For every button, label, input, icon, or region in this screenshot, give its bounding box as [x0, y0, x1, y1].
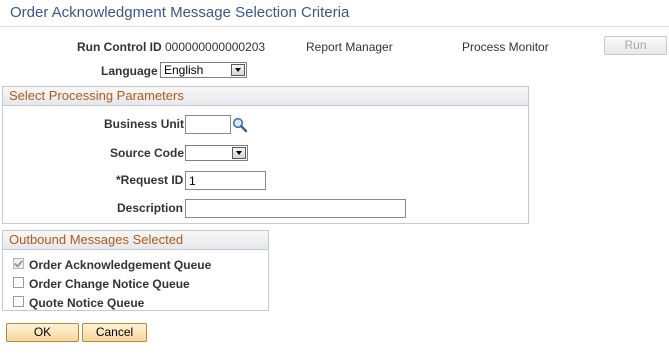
- title-divider: [0, 26, 669, 27]
- business-unit-input[interactable]: [185, 115, 231, 134]
- search-icon[interactable]: [232, 117, 248, 133]
- order-ack-checkbox[interactable]: [13, 258, 24, 269]
- request-id-value: 1: [189, 174, 196, 188]
- order-ack-label: Order Acknowledgement Queue: [29, 258, 212, 272]
- run-control-label: Run Control ID: [77, 40, 162, 54]
- order-change-checkbox[interactable]: [13, 277, 24, 288]
- page-title: Order Acknowledgment Message Selection C…: [10, 4, 350, 21]
- cancel-button[interactable]: Cancel: [82, 323, 147, 342]
- language-value: English: [164, 63, 204, 77]
- source-code-select[interactable]: [185, 145, 248, 161]
- outbound-group-title: Outbound Messages Selected: [3, 231, 268, 250]
- run-control-value: 000000000000203: [165, 40, 266, 54]
- chevron-down-icon[interactable]: [231, 64, 245, 76]
- ok-button[interactable]: OK: [6, 323, 79, 342]
- order-change-label: Order Change Notice Queue: [29, 277, 190, 291]
- business-unit-label: Business Unit: [104, 117, 185, 131]
- chevron-down-icon[interactable]: [232, 147, 246, 159]
- quote-notice-label: Quote Notice Queue: [29, 296, 145, 310]
- source-code-label: Source Code: [110, 146, 185, 160]
- process-monitor-link[interactable]: Process Monitor: [462, 40, 549, 54]
- request-id-label: *Request ID: [116, 173, 184, 187]
- processing-group-title: Select Processing Parameters: [3, 87, 528, 106]
- language-label: Language: [101, 64, 158, 78]
- language-select[interactable]: English: [160, 62, 247, 78]
- request-id-input[interactable]: 1: [185, 171, 266, 190]
- run-button[interactable]: Run: [604, 36, 667, 55]
- description-input[interactable]: [185, 199, 406, 218]
- description-label: Description: [117, 201, 184, 215]
- report-manager-link[interactable]: Report Manager: [306, 40, 393, 54]
- quote-notice-checkbox[interactable]: [13, 296, 24, 307]
